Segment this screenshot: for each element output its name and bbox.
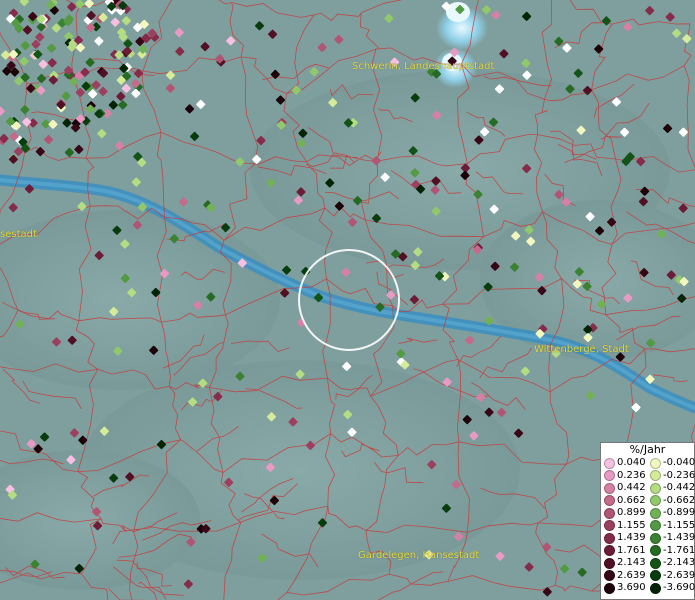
legend-value: 0.899 bbox=[617, 507, 646, 518]
legend-swatch-icon bbox=[650, 495, 661, 507]
legend-row: 1.155 -1.155 bbox=[601, 519, 695, 533]
legend-row: 1.761 -1.761 bbox=[601, 544, 695, 558]
legend-entry-negative: -0.040 bbox=[647, 457, 695, 470]
legend-entry-positive: 1.155 bbox=[601, 520, 647, 533]
legend-entry-positive: 1.761 bbox=[601, 545, 647, 558]
legend-swatch-icon bbox=[604, 570, 615, 582]
legend-value: 3.690 bbox=[617, 582, 646, 593]
legend-swatch-icon bbox=[604, 482, 615, 494]
legend-row: 2.143 -2.143 bbox=[601, 557, 695, 570]
legend-entry-positive: 3.690 bbox=[601, 582, 647, 595]
legend-value: 0.236 bbox=[617, 469, 646, 481]
legend-entry-negative: -1.761 bbox=[647, 544, 695, 558]
legend-swatch-icon bbox=[650, 582, 661, 594]
map-canvas[interactable] bbox=[0, 0, 695, 600]
legend-row: 0.662 -0.662 bbox=[601, 494, 695, 508]
legend-swatch-icon bbox=[650, 470, 661, 482]
legend-swatch-icon bbox=[604, 495, 615, 507]
legend-value: 1.439 bbox=[617, 532, 646, 543]
legend-swatch-icon bbox=[604, 532, 615, 544]
legend-entry-positive: 0.899 bbox=[601, 507, 647, 520]
legend-entry-negative: -2.143 bbox=[647, 557, 695, 570]
legend-value: -1.439 bbox=[663, 532, 695, 543]
legend-value: 0.040 bbox=[617, 457, 646, 468]
legend-row: 0.040 -0.040 bbox=[601, 457, 695, 470]
legend-title: %/Jahr bbox=[629, 443, 666, 456]
legend-value: 1.155 bbox=[617, 519, 646, 531]
legend-value: -0.236 bbox=[663, 469, 695, 481]
legend-entry-negative: -0.236 bbox=[647, 469, 695, 483]
place-label-schwerin: Schwerin, Landeshauptstadt bbox=[352, 61, 495, 72]
legend-entry-positive: 2.143 bbox=[601, 557, 647, 570]
legend-entry-positive: 0.662 bbox=[601, 495, 647, 508]
legend-row: 1.439 -1.439 bbox=[601, 532, 695, 545]
legend-swatch-icon bbox=[604, 582, 615, 594]
legend-swatch-icon bbox=[604, 520, 615, 532]
legend-row: 2.639 -2.639 bbox=[601, 569, 695, 583]
legend-value: -0.040 bbox=[663, 457, 695, 468]
legend-value: -2.143 bbox=[663, 557, 695, 568]
legend-entry-negative: -1.439 bbox=[647, 532, 695, 545]
place-label-wittenberge: Wittenberge, Stadt bbox=[534, 344, 629, 355]
legend-value: 0.442 bbox=[617, 482, 646, 493]
legend-swatch-icon bbox=[650, 507, 661, 519]
legend-value: 1.761 bbox=[617, 544, 646, 556]
legend-entry-positive: 1.439 bbox=[601, 532, 647, 545]
legend-entry-positive: 0.040 bbox=[601, 457, 647, 470]
legend-swatch-icon bbox=[650, 532, 661, 544]
legend-entry-negative: -0.442 bbox=[647, 482, 695, 495]
legend-value: -0.662 bbox=[663, 494, 695, 506]
legend-entry-negative: -2.639 bbox=[647, 569, 695, 583]
legend-entry-positive: 0.236 bbox=[601, 470, 647, 483]
map-legend: %/Jahr 0.040 -0.040 0.236 -0.236 0.442 -0.442… bbox=[600, 442, 695, 600]
legend-swatch-icon bbox=[650, 520, 661, 532]
legend-value: -3.690 bbox=[663, 582, 695, 593]
legend-entry-negative: -0.899 bbox=[647, 507, 695, 520]
legend-swatch-icon bbox=[604, 507, 615, 519]
legend-entry-positive: 2.639 bbox=[601, 570, 647, 583]
legend-swatch-icon bbox=[604, 457, 615, 469]
legend-value: 2.639 bbox=[617, 569, 646, 581]
legend-entry-negative: -0.662 bbox=[647, 494, 695, 508]
legend-value: -0.899 bbox=[663, 507, 695, 518]
legend-value: 0.662 bbox=[617, 494, 646, 506]
legend-swatch-icon bbox=[604, 557, 615, 569]
legend-value: -2.639 bbox=[663, 569, 695, 581]
legend-swatch-icon bbox=[604, 470, 615, 482]
legend-value: -0.442 bbox=[663, 482, 695, 493]
legend-row: 0.899 -0.899 bbox=[601, 507, 695, 520]
legend-value: -1.155 bbox=[663, 519, 695, 531]
place-label-hansestadt-west: sestadt bbox=[0, 229, 37, 240]
legend-swatch-icon bbox=[650, 557, 661, 569]
legend-entry-negative: -1.155 bbox=[647, 519, 695, 533]
legend-entry-negative: -3.690 bbox=[647, 582, 695, 595]
legend-swatch-icon bbox=[650, 545, 661, 557]
legend-rows: 0.040 -0.040 0.236 -0.236 0.442 -0.442 0.662 -0… bbox=[601, 457, 695, 595]
legend-entry-positive: 0.442 bbox=[601, 482, 647, 495]
legend-swatch-icon bbox=[650, 482, 661, 494]
legend-value: 2.143 bbox=[617, 557, 646, 568]
legend-row: 0.236 -0.236 bbox=[601, 469, 695, 483]
place-label-gardelegen: Gardelegen, Hansestadt bbox=[358, 550, 480, 561]
legend-swatch-icon bbox=[650, 457, 661, 469]
legend-row: 3.690 -3.690 bbox=[601, 582, 695, 595]
legend-swatch-icon bbox=[650, 570, 661, 582]
legend-value: -1.761 bbox=[663, 544, 695, 556]
legend-swatch-icon bbox=[604, 545, 615, 557]
legend-row: 0.442 -0.442 bbox=[601, 482, 695, 495]
